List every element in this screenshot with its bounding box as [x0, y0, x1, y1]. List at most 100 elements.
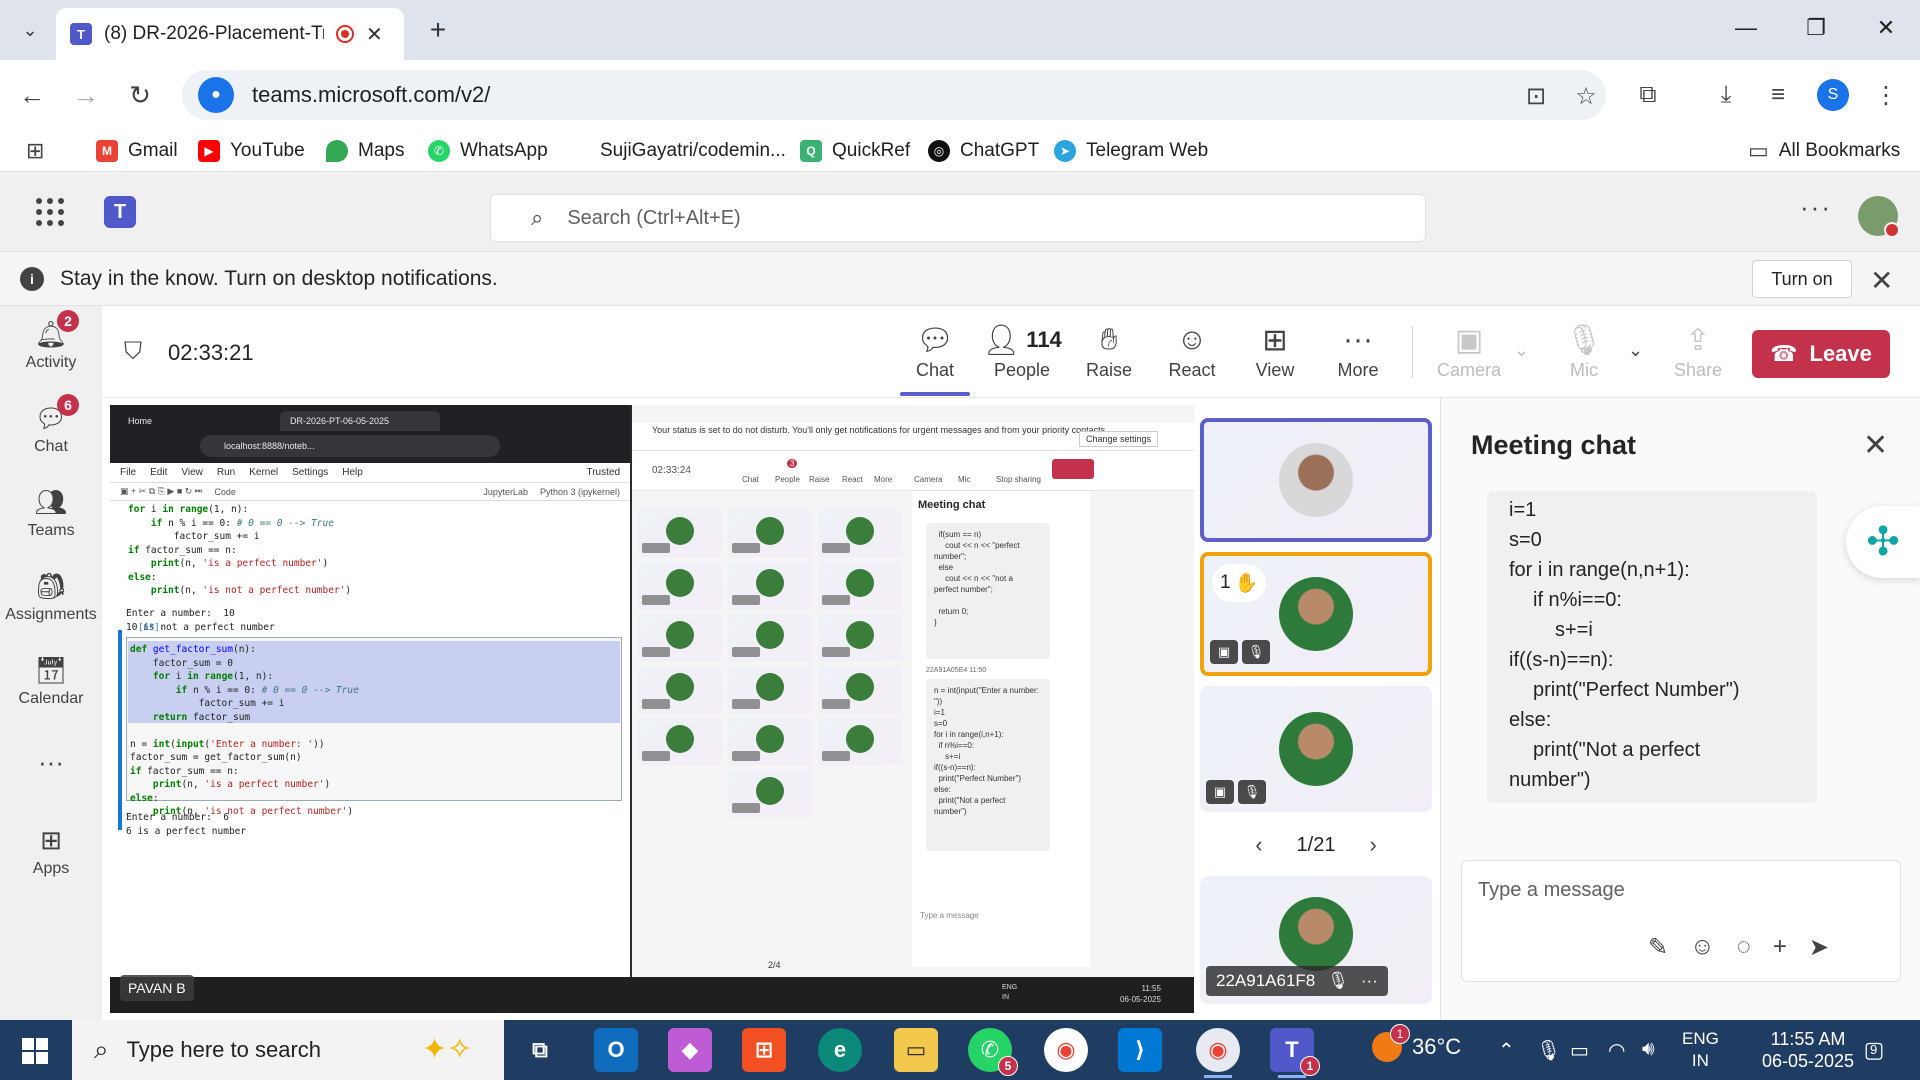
- app-launcher-icon[interactable]: [36, 198, 64, 226]
- weather-widget[interactable]: 1 36°C: [1372, 1024, 1461, 1062]
- copilot-app-icon[interactable]: ◆: [668, 1028, 712, 1072]
- extensions-icon[interactable]: ⧉: [1628, 75, 1668, 115]
- sparkle-icon: ✦✧: [422, 1033, 473, 1066]
- bookmark-whatsapp[interactable]: ✆ WhatsApp: [428, 136, 548, 166]
- close-window-button[interactable]: ✕: [1856, 8, 1916, 48]
- search-input[interactable]: ⌕ Search (Ctrl+Alt+E): [490, 194, 1426, 242]
- shared-meeting-bar: 02:33:24 Chat People 3 Raise React More …: [632, 451, 1194, 491]
- send-icon[interactable]: ➤: [1809, 933, 1829, 962]
- windows-start-icon[interactable]: [22, 1038, 48, 1064]
- chrome-active-icon[interactable]: ◉: [1196, 1028, 1240, 1078]
- turn-on-button[interactable]: Turn on: [1752, 260, 1852, 298]
- raise-hand-button[interactable]: ✋︎ Raise: [1069, 320, 1149, 392]
- file-explorer-icon[interactable]: ▭: [894, 1028, 938, 1072]
- bookmark-youtube[interactable]: ▶ YouTube: [198, 136, 305, 166]
- rail-more-apps[interactable]: ···: [0, 746, 102, 786]
- next-page-icon[interactable]: ›: [1369, 832, 1376, 858]
- forward-button[interactable]: →: [66, 75, 106, 115]
- bookmark-chatgpt[interactable]: ◎ ChatGPT: [928, 136, 1039, 166]
- rail-item-activity[interactable]: 🔔︎ 2 Activity: [0, 310, 102, 398]
- whatsapp-icon[interactable]: ✆ 5: [968, 1028, 1018, 1076]
- close-chat-icon[interactable]: ✕: [1863, 428, 1888, 463]
- task-view-icon[interactable]: ⧉: [518, 1028, 562, 1072]
- new-tab-button[interactable]: +: [420, 12, 456, 48]
- loop-icon[interactable]: ◌: [1737, 933, 1751, 962]
- restore-button[interactable]: ❐: [1786, 8, 1846, 48]
- rail-item-apps[interactable]: ⊞ Apps: [0, 824, 102, 904]
- format-icon[interactable]: ✎: [1648, 933, 1668, 962]
- language-indicator[interactable]: ENG IN: [1682, 1028, 1719, 1072]
- folder-icon: ▭: [1748, 138, 1769, 163]
- rail-item-calendar[interactable]: 📅︎ Calendar: [0, 654, 102, 734]
- previous-page-icon[interactable]: ‹: [1255, 832, 1262, 858]
- people-button[interactable]: 👤︎ 114 People: [972, 320, 1072, 392]
- tab-title: (8) DR-2026-Placement-Trai: [104, 23, 324, 44]
- bookmark-gmail[interactable]: M Gmail: [96, 136, 178, 166]
- more-button[interactable]: ··· More: [1318, 320, 1398, 392]
- camera-button[interactable]: ▣ Camera: [1429, 320, 1509, 392]
- taskbar-clock[interactable]: 11:55 AM 06-05-2025: [1758, 1028, 1858, 1072]
- chat-button[interactable]: 💬︎ Chat: [895, 320, 975, 392]
- tray-mic-icon[interactable]: 🎙︎: [1536, 1038, 1561, 1063]
- video-tile-1[interactable]: [1200, 418, 1432, 542]
- share-button[interactable]: ⇪ Share: [1658, 320, 1738, 392]
- mic-button[interactable]: 🎙︎ Mic: [1544, 320, 1624, 392]
- video-tile-4[interactable]: 22A91A61F8 🎙︎ ···: [1200, 876, 1432, 1004]
- tab-search-button[interactable]: ⌄: [12, 12, 48, 48]
- browser-tab-teams[interactable]: T (8) DR-2026-Placement-Trai ✕: [56, 8, 404, 60]
- sun-icon: 1: [1372, 1024, 1410, 1062]
- volume-icon[interactable]: 🔊︎: [1642, 1038, 1655, 1061]
- minimize-button[interactable]: —: [1716, 8, 1776, 48]
- copilot-icon[interactable]: ✣: [1846, 506, 1920, 578]
- bookmark-star-icon[interactable]: ☆: [1572, 82, 1600, 110]
- mic-options-chevron-icon[interactable]: ⌄: [1628, 340, 1643, 361]
- apps-grid-icon[interactable]: ⊞: [26, 136, 44, 166]
- rail-item-teams[interactable]: 👥︎ Teams: [0, 486, 102, 566]
- bookmark-telegram[interactable]: ➤ Telegram Web: [1054, 136, 1208, 166]
- all-bookmarks[interactable]: ▭ All Bookmarks: [1748, 136, 1900, 166]
- taskbar-search-input[interactable]: ⌕ Type here to search ✦✧: [72, 1020, 504, 1080]
- close-banner-icon[interactable]: ✕: [1870, 264, 1893, 297]
- outlook-icon[interactable]: O: [594, 1028, 638, 1072]
- user-avatar[interactable]: [1858, 196, 1900, 238]
- teams-taskbar-icon[interactable]: T1: [1270, 1028, 1320, 1078]
- wifi-icon[interactable]: ◠: [1608, 1038, 1625, 1063]
- media-control-icon[interactable]: ≡: [1758, 75, 1798, 115]
- close-tab-icon[interactable]: ✕: [366, 22, 383, 47]
- rail-item-chat[interactable]: 💬︎ 6 Chat: [0, 394, 102, 482]
- profile-avatar[interactable]: S: [1817, 79, 1849, 111]
- leave-button[interactable]: ☎︎ Leave: [1752, 330, 1890, 378]
- message-compose-box[interactable]: Type a message ✎ ☺ ◌ + ➤: [1461, 860, 1901, 982]
- back-button[interactable]: ←: [12, 75, 52, 115]
- tray-chevron-up-icon[interactable]: ⌃: [1498, 1038, 1515, 1063]
- bookmark-maps[interactable]: Maps: [326, 136, 404, 166]
- notification-center-icon[interactable]: ▢ 9: [1858, 1034, 1890, 1066]
- install-app-icon[interactable]: ⊡: [1522, 82, 1550, 110]
- smiley-icon: ☺: [1176, 323, 1208, 356]
- bookmark-sujigayatri[interactable]: SujiGayatri/codemin...: [600, 136, 786, 166]
- bookmark-quickref[interactable]: Q QuickRef: [800, 136, 910, 166]
- video-tile-3[interactable]: ▣ 🎙︎: [1200, 686, 1432, 812]
- browser-menu-icon[interactable]: ⋮: [1866, 75, 1906, 115]
- cell-prompt: [63]:: [138, 623, 166, 633]
- chrome-icon[interactable]: ◉: [1044, 1028, 1088, 1072]
- store-icon[interactable]: ⊞: [742, 1028, 786, 1072]
- reload-button[interactable]: ↻: [120, 75, 160, 115]
- more-options-icon[interactable]: ···: [1800, 192, 1832, 223]
- more-options-icon[interactable]: ···: [1361, 971, 1378, 991]
- edge-icon[interactable]: e: [818, 1028, 862, 1072]
- attach-plus-icon[interactable]: +: [1773, 933, 1787, 962]
- video-tile-2[interactable]: 1 ✋ ▣ 🎙︎: [1200, 552, 1432, 676]
- emoji-icon[interactable]: ☺: [1690, 933, 1715, 962]
- view-button[interactable]: ⊞ View: [1235, 320, 1315, 392]
- meeting-control-bar: ⛉ 02:33:21 💬︎ Chat 👤︎ 114 People ✋︎ Raise…: [102, 306, 1920, 398]
- mic-icon[interactable]: ●: [198, 77, 234, 113]
- downloads-icon[interactable]: ⤓: [1706, 75, 1746, 115]
- vscode-icon[interactable]: ⟩: [1118, 1028, 1162, 1072]
- camera-options-chevron-icon[interactable]: ⌄: [1514, 340, 1529, 361]
- react-button[interactable]: ☺ React: [1152, 320, 1232, 392]
- rail-item-assignments[interactable]: 🎒︎ Assignments: [0, 570, 102, 650]
- address-bar[interactable]: ● teams.microsoft.com/v2/ ⊡ ☆: [182, 70, 1606, 120]
- battery-icon[interactable]: ▭: [1570, 1038, 1589, 1063]
- shared-screen[interactable]: Home DR-2026-PT-06-05-2025 localhost:888…: [110, 405, 1194, 1013]
